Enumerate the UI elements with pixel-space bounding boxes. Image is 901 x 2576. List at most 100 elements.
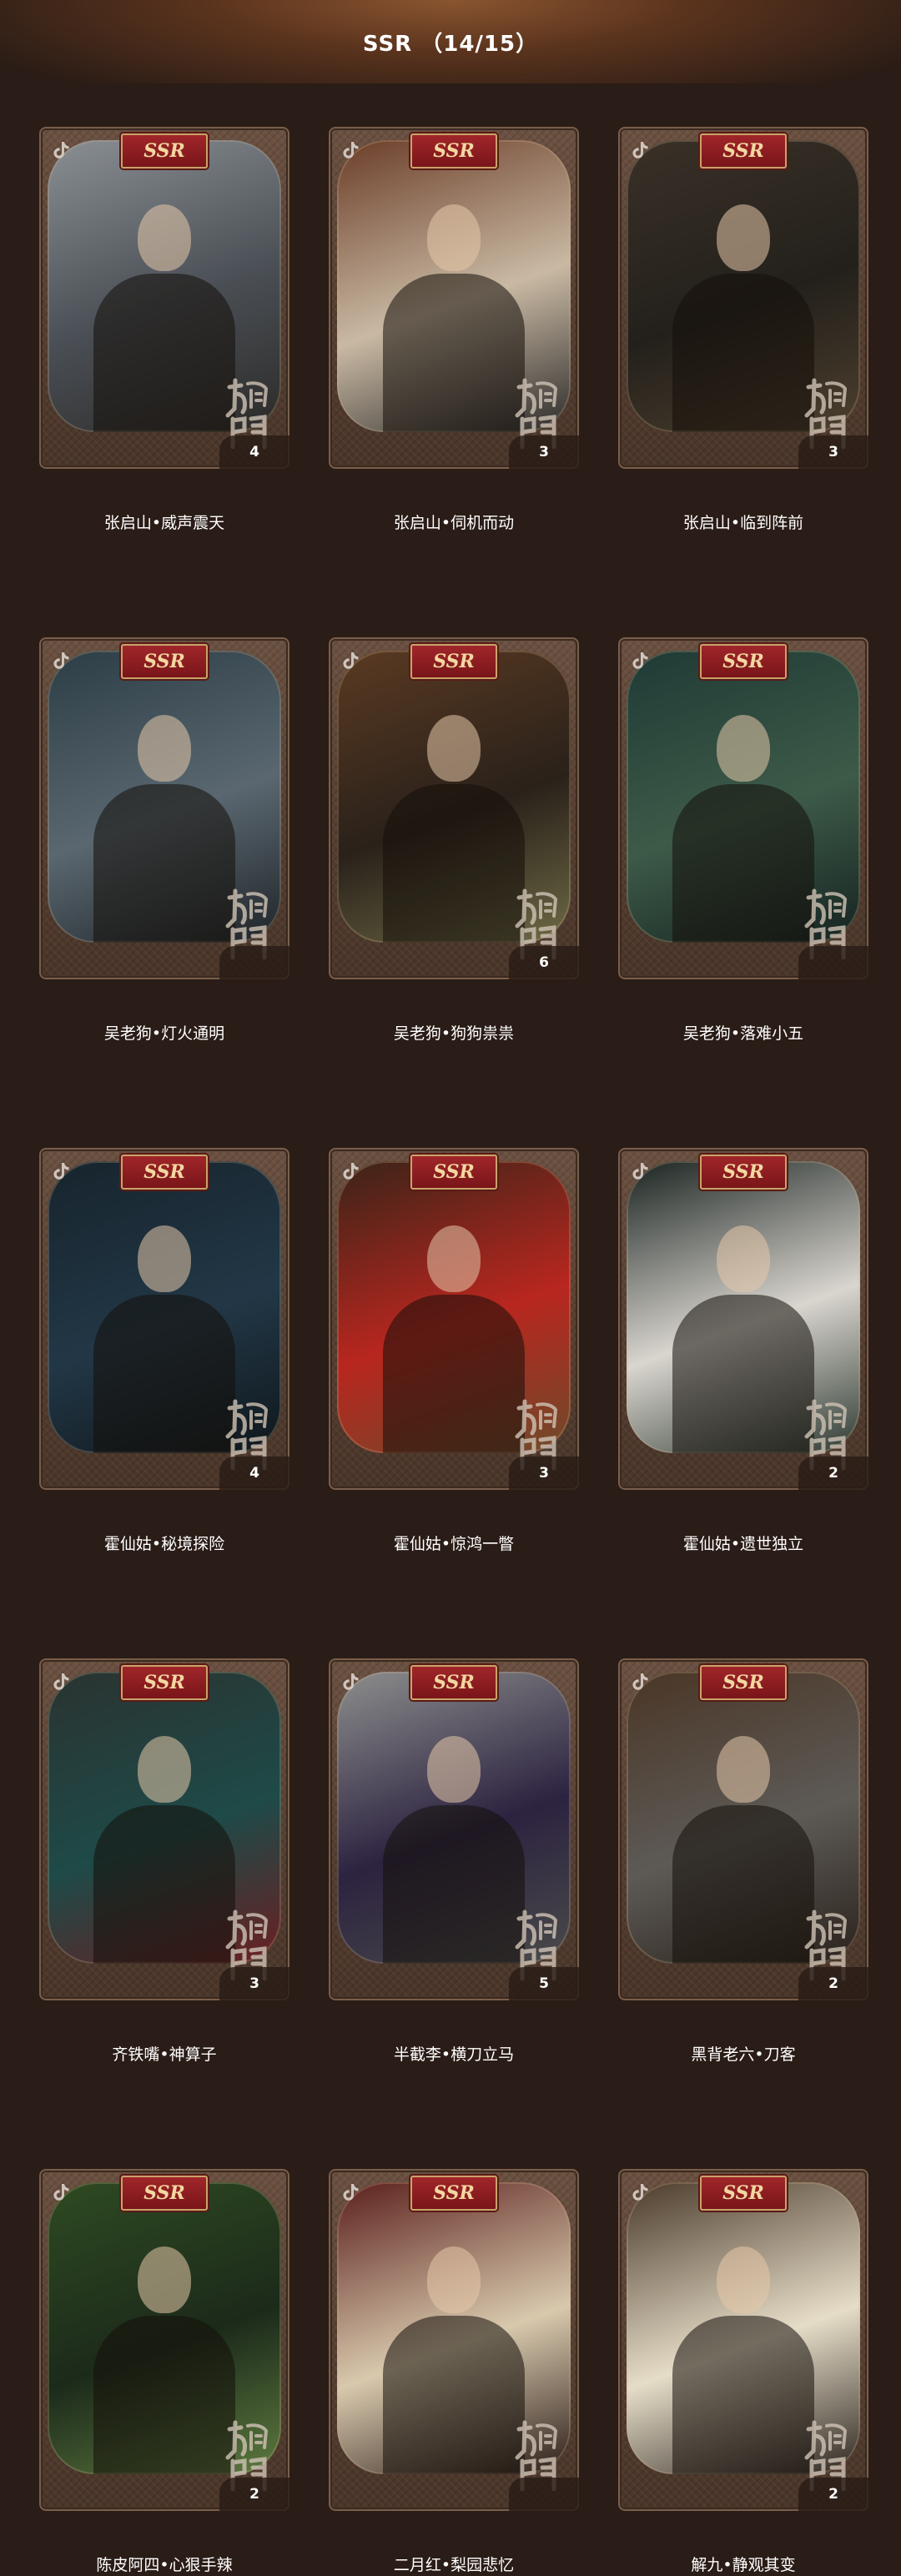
card-title: 霍仙姑•秘境探险 <box>103 1535 225 1553</box>
rarity-badge: SSR <box>121 644 208 679</box>
rarity-badge: SSR <box>410 644 497 679</box>
tiktok-icon <box>632 652 648 669</box>
tiktok-icon <box>632 2184 648 2201</box>
card-title: 张启山•威声震天 <box>103 514 225 532</box>
card-title: 吴老狗•落难小五 <box>682 1024 804 1043</box>
card-title: 吴老狗•狗狗祟祟 <box>393 1024 515 1043</box>
card-item[interactable]: SSR 3 齐铁嘴•神算子 <box>39 1658 289 2065</box>
card-frame[interactable]: SSR 2 <box>618 2169 868 2511</box>
card-frame[interactable]: SSR 3 <box>39 1658 289 2000</box>
rarity-badge: SSR <box>410 1665 497 1700</box>
rarity-label: SSR <box>722 2182 764 2204</box>
card-item[interactable]: SSR 4 张启山•威声震天 <box>39 127 289 534</box>
rarity-label: SSR <box>143 1672 185 1693</box>
card-title: 吴老狗•灯火通明 <box>103 1024 225 1043</box>
card-count: 2 <box>798 1457 868 1490</box>
card-count: 2 <box>798 1967 868 2000</box>
card-item[interactable]: SSR 3 张启山•临到阵前 <box>618 127 868 534</box>
card-count: 3 <box>798 435 868 469</box>
tiktok-icon <box>53 652 69 669</box>
tiktok-icon <box>343 652 359 669</box>
card-count: 3 <box>509 435 579 469</box>
card-frame[interactable]: SSR 6 <box>329 637 579 979</box>
card-item[interactable]: SSR 吴老狗•灯火通明 <box>39 637 289 1044</box>
card-title: 陈皮阿四•心狠手辣 <box>96 2556 233 2574</box>
card-item[interactable]: SSR 6 吴老狗•狗狗祟祟 <box>329 637 579 1044</box>
card-title: 霍仙姑•惊鸿一瞥 <box>393 1535 515 1553</box>
card-count: 3 <box>509 1457 579 1490</box>
card-count: 2 <box>798 2478 868 2511</box>
card-frame[interactable]: SSR 2 <box>618 1148 868 1490</box>
card-frame[interactable]: SSR <box>618 637 868 979</box>
card-title: 张启山•临到阵前 <box>682 514 804 532</box>
card-item[interactable]: SSR 5 半截李•横刀立马 <box>329 1658 579 2065</box>
tiktok-icon <box>53 2184 69 2201</box>
rarity-label: SSR <box>433 1161 475 1183</box>
card-frame[interactable]: SSR 2 <box>39 2169 289 2511</box>
rarity-label: SSR <box>143 140 185 162</box>
card-count: 2 <box>219 2478 289 2511</box>
rarity-label: SSR <box>143 651 185 672</box>
card-item[interactable]: SSR 4 霍仙姑•秘境探险 <box>39 1148 289 1555</box>
tiktok-icon <box>632 1163 648 1180</box>
card-item[interactable]: SSR 2 解九•静观其变 <box>618 2169 868 2576</box>
card-title: 半截李•横刀立马 <box>393 2045 515 2064</box>
card-frame[interactable]: SSR 4 <box>39 1148 289 1490</box>
card-item[interactable]: SSR 二月红•梨园悲忆 <box>329 2169 579 2576</box>
tiktok-icon <box>343 1673 359 1690</box>
card-item[interactable]: SSR 2 陈皮阿四•心狠手辣 <box>39 2169 289 2576</box>
card-title: 齐铁嘴•神算子 <box>112 2045 217 2064</box>
card-item[interactable]: SSR 2 黑背老六•刀客 <box>618 1658 868 2065</box>
card-title: 霍仙姑•遗世独立 <box>682 1535 804 1553</box>
page-header: SSR （14/15） <box>0 0 901 83</box>
tiktok-icon <box>343 2184 359 2201</box>
rarity-label: SSR <box>722 1672 764 1693</box>
rarity-label: SSR <box>722 140 764 162</box>
rarity-label: SSR <box>433 651 475 672</box>
card-count: 3 <box>219 1967 289 2000</box>
rarity-badge: SSR <box>700 1155 787 1190</box>
card-count <box>219 946 289 979</box>
tiktok-icon <box>53 142 69 158</box>
page-title: SSR （14/15） <box>362 31 539 57</box>
rarity-badge: SSR <box>410 2176 497 2211</box>
rarity-label: SSR <box>433 1672 475 1693</box>
tiktok-icon <box>632 1673 648 1690</box>
rarity-label: SSR <box>143 1161 185 1183</box>
card-count <box>509 2478 579 2511</box>
rarity-badge: SSR <box>121 2176 208 2211</box>
rarity-badge: SSR <box>700 1665 787 1700</box>
card-title: 二月红•梨园悲忆 <box>393 2556 515 2574</box>
rarity-label: SSR <box>143 2182 185 2204</box>
rarity-badge: SSR <box>700 133 787 169</box>
card-item[interactable]: SSR 3 张启山•伺机而动 <box>329 127 579 534</box>
rarity-badge: SSR <box>700 2176 787 2211</box>
card-item[interactable]: SSR 吴老狗•落难小五 <box>618 637 868 1044</box>
rarity-label: SSR <box>722 1161 764 1183</box>
card-title: 黑背老六•刀客 <box>691 2045 796 2064</box>
card-item[interactable]: SSR 2 霍仙姑•遗世独立 <box>618 1148 868 1555</box>
card-frame[interactable]: SSR 3 <box>329 127 579 469</box>
card-frame[interactable]: SSR <box>329 2169 579 2511</box>
card-count: 4 <box>219 435 289 469</box>
card-frame[interactable]: SSR 3 <box>329 1148 579 1490</box>
card-frame[interactable]: SSR 3 <box>618 127 868 469</box>
rarity-badge: SSR <box>121 133 208 169</box>
tiktok-icon <box>632 142 648 158</box>
card-count: 6 <box>509 946 579 979</box>
tiktok-icon <box>343 142 359 158</box>
rarity-badge: SSR <box>410 133 497 169</box>
tiktok-icon <box>53 1163 69 1180</box>
card-frame[interactable]: SSR <box>39 637 289 979</box>
tiktok-icon <box>343 1163 359 1180</box>
rarity-badge: SSR <box>121 1155 208 1190</box>
card-frame[interactable]: SSR 4 <box>39 127 289 469</box>
rarity-badge: SSR <box>700 644 787 679</box>
rarity-badge: SSR <box>121 1665 208 1700</box>
card-count: 4 <box>219 1457 289 1490</box>
card-count <box>798 946 868 979</box>
card-item[interactable]: SSR 3 霍仙姑•惊鸿一瞥 <box>329 1148 579 1555</box>
rarity-badge: SSR <box>410 1155 497 1190</box>
card-frame[interactable]: SSR 5 <box>329 1658 579 2000</box>
card-frame[interactable]: SSR 2 <box>618 1658 868 2000</box>
